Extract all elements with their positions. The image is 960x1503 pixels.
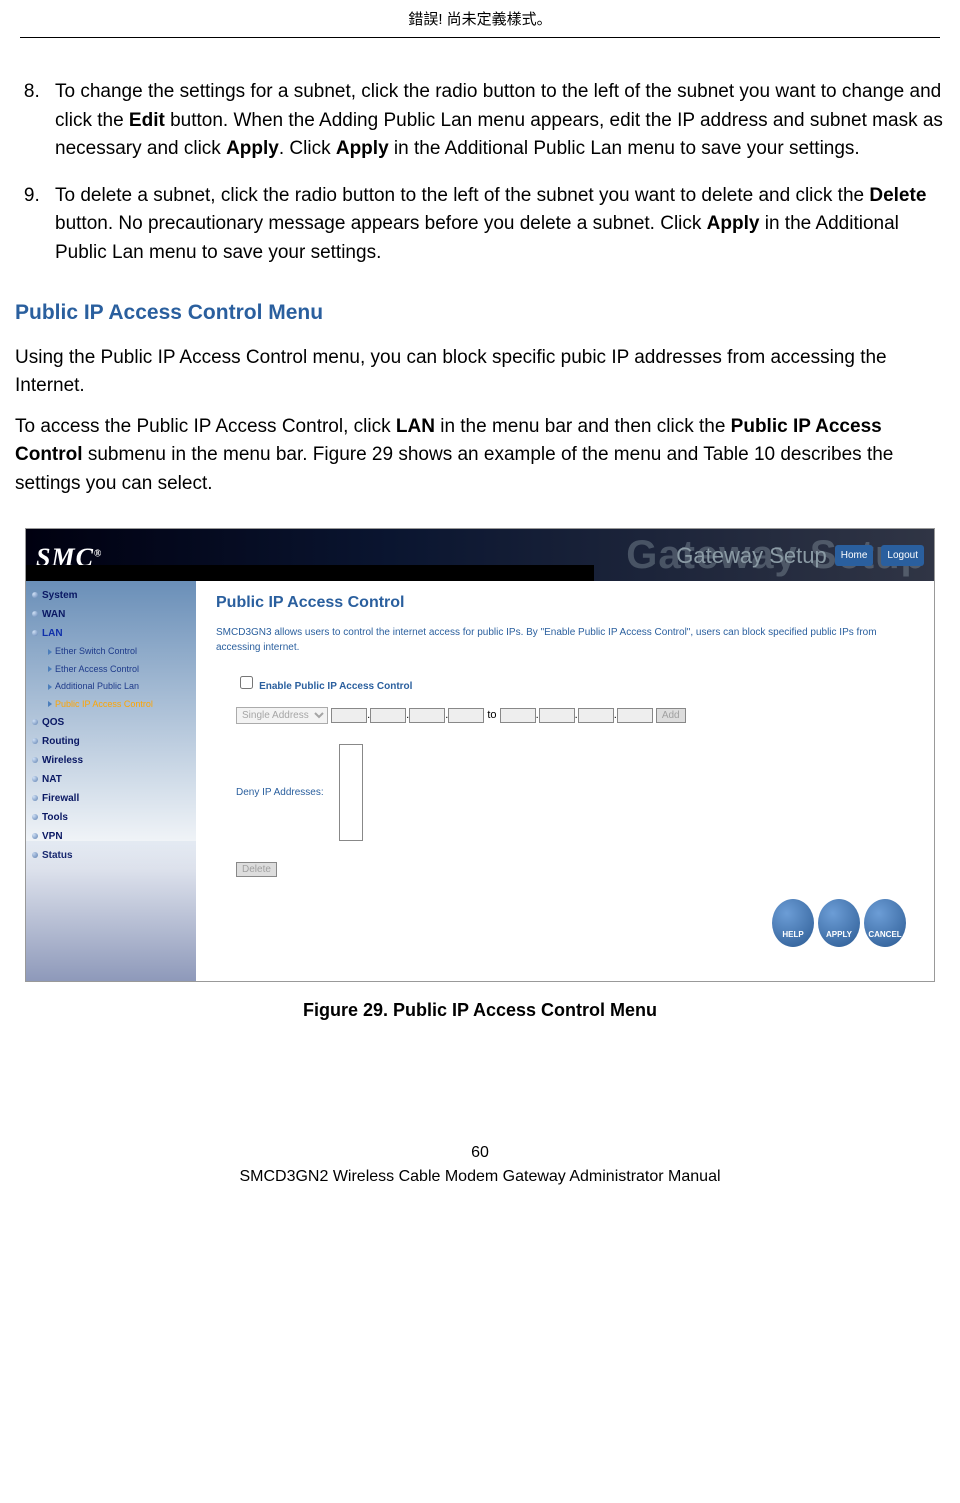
ip2-octet-1[interactable] — [500, 708, 536, 723]
bullet-icon — [32, 611, 38, 617]
black-bar — [26, 565, 594, 581]
nav-wan[interactable]: WAN — [26, 605, 196, 624]
arrow-icon — [48, 666, 52, 672]
ip2-octet-2[interactable] — [539, 708, 575, 723]
step-text: button. No precautionary message appears… — [55, 213, 707, 234]
arrow-icon — [48, 649, 52, 655]
bullet-icon — [32, 795, 38, 801]
text: To access the Public IP Access Control, … — [15, 416, 396, 437]
sidebar: System WAN LAN Ether Switch Control Ethe… — [26, 581, 196, 981]
deny-label: Deny IP Addresses: — [236, 785, 324, 800]
deny-row: Deny IP Addresses: — [216, 744, 914, 841]
text: in the menu bar and then click the — [435, 416, 731, 437]
nav-lan[interactable]: LAN — [26, 624, 196, 643]
nav-system[interactable]: System — [26, 586, 196, 605]
nav-nat[interactable]: NAT — [26, 770, 196, 789]
step-text: To delete a subnet, click the radio butt… — [55, 185, 869, 206]
step-8: To change the settings for a subnet, cli… — [45, 78, 945, 164]
deny-listbox[interactable] — [339, 744, 363, 841]
emphasis: Delete — [869, 185, 926, 206]
delete-row: Delete — [216, 861, 914, 878]
text: submenu in the menu bar. Figure 29 shows… — [15, 444, 893, 494]
page-footer: 60 SMCD3GN2 Wireless Cable Modem Gateway… — [0, 1144, 960, 1206]
ss-header: SMC® N e t w o r k s Gateway Setup Gatew… — [26, 529, 934, 581]
bullet-icon — [32, 757, 38, 763]
enable-label: Enable Public IP Access Control — [259, 681, 412, 692]
section-p1: Using the Public IP Access Control menu,… — [15, 344, 945, 401]
add-button[interactable]: Add — [656, 708, 686, 723]
enable-checkbox[interactable] — [240, 676, 253, 689]
main-content: To change the settings for a subnet, cli… — [0, 78, 960, 1024]
emphasis: Apply — [707, 213, 760, 234]
nav-sub-ether-access[interactable]: Ether Access Control — [26, 661, 196, 679]
help-button[interactable]: HELP — [772, 899, 814, 947]
nav-sub-ether-switch[interactable]: Ether Switch Control — [26, 643, 196, 661]
home-button[interactable]: Home — [835, 545, 874, 566]
nav-firewall[interactable]: Firewall — [26, 789, 196, 808]
page-header: 錯誤! 尚未定義樣式。 — [20, 0, 940, 38]
section-p2: To access the Public IP Access Control, … — [15, 413, 945, 499]
emphasis: Apply — [226, 138, 279, 159]
arrow-icon — [48, 701, 52, 707]
ip2-octet-4[interactable] — [617, 708, 653, 723]
bullet-icon — [32, 833, 38, 839]
step-text: in the Additional Public Lan menu to sav… — [389, 138, 860, 159]
ip-entry-row: Single Address ... to ... Add — [216, 707, 914, 724]
bullet-icon — [32, 738, 38, 744]
nav-tools[interactable]: Tools — [26, 808, 196, 827]
ip-octet-2[interactable] — [370, 708, 406, 723]
title-wrap: Gateway Setup Home Logout — [676, 529, 934, 581]
enable-row: Enable Public IP Access Control — [216, 673, 914, 695]
ss-body: System WAN LAN Ether Switch Control Ethe… — [26, 581, 934, 981]
main-panel: Public IP Access Control SMCD3GN3 allows… — [196, 581, 934, 981]
bottom-buttons: HELP APPLY CANCEL — [216, 889, 914, 957]
screenshot-figure: SMC® N e t w o r k s Gateway Setup Gatew… — [25, 528, 935, 982]
bullet-icon — [32, 776, 38, 782]
to-label: to — [487, 709, 496, 721]
bullet-icon — [32, 719, 38, 725]
arrow-icon — [48, 684, 52, 690]
panel-title: Public IP Access Control — [216, 591, 914, 615]
delete-button[interactable]: Delete — [236, 862, 277, 877]
ip-octet-3[interactable] — [409, 708, 445, 723]
app-title: Gateway Setup — [676, 539, 826, 572]
sidebar-decorative-image — [26, 841, 196, 981]
panel-description: SMCD3GN3 allows users to control the int… — [216, 625, 914, 655]
emphasis: Apply — [336, 138, 389, 159]
nav-sub-public-ip[interactable]: Public IP Access Control — [26, 696, 196, 714]
ip-octet-1[interactable] — [331, 708, 367, 723]
step-9: To delete a subnet, click the radio butt… — [45, 182, 945, 268]
cancel-button[interactable]: CANCEL — [864, 899, 906, 947]
address-type-select[interactable]: Single Address — [236, 707, 328, 724]
bullet-icon — [32, 814, 38, 820]
logout-button[interactable]: Logout — [881, 545, 924, 566]
figure-caption: Figure 29. Public IP Access Control Menu — [15, 997, 945, 1024]
ip2-octet-3[interactable] — [578, 708, 614, 723]
emphasis: LAN — [396, 416, 435, 437]
nav-routing[interactable]: Routing — [26, 732, 196, 751]
footer-title: SMCD3GN2 Wireless Cable Modem Gateway Ad… — [0, 1168, 960, 1186]
emphasis: Edit — [129, 110, 165, 131]
apply-button[interactable]: APPLY — [818, 899, 860, 947]
nav-sub-addl-lan[interactable]: Additional Public Lan — [26, 678, 196, 696]
ip-octet-4[interactable] — [448, 708, 484, 723]
bullet-icon — [32, 630, 38, 636]
section-heading: Public IP Access Control Menu — [15, 297, 945, 329]
bullet-icon — [32, 592, 38, 598]
step-text: . Click — [279, 138, 336, 159]
nav-wireless[interactable]: Wireless — [26, 751, 196, 770]
steps-list: To change the settings for a subnet, cli… — [15, 78, 945, 267]
reg-mark: ® — [94, 548, 102, 559]
nav-qos[interactable]: QOS — [26, 713, 196, 732]
page-number: 60 — [0, 1144, 960, 1162]
